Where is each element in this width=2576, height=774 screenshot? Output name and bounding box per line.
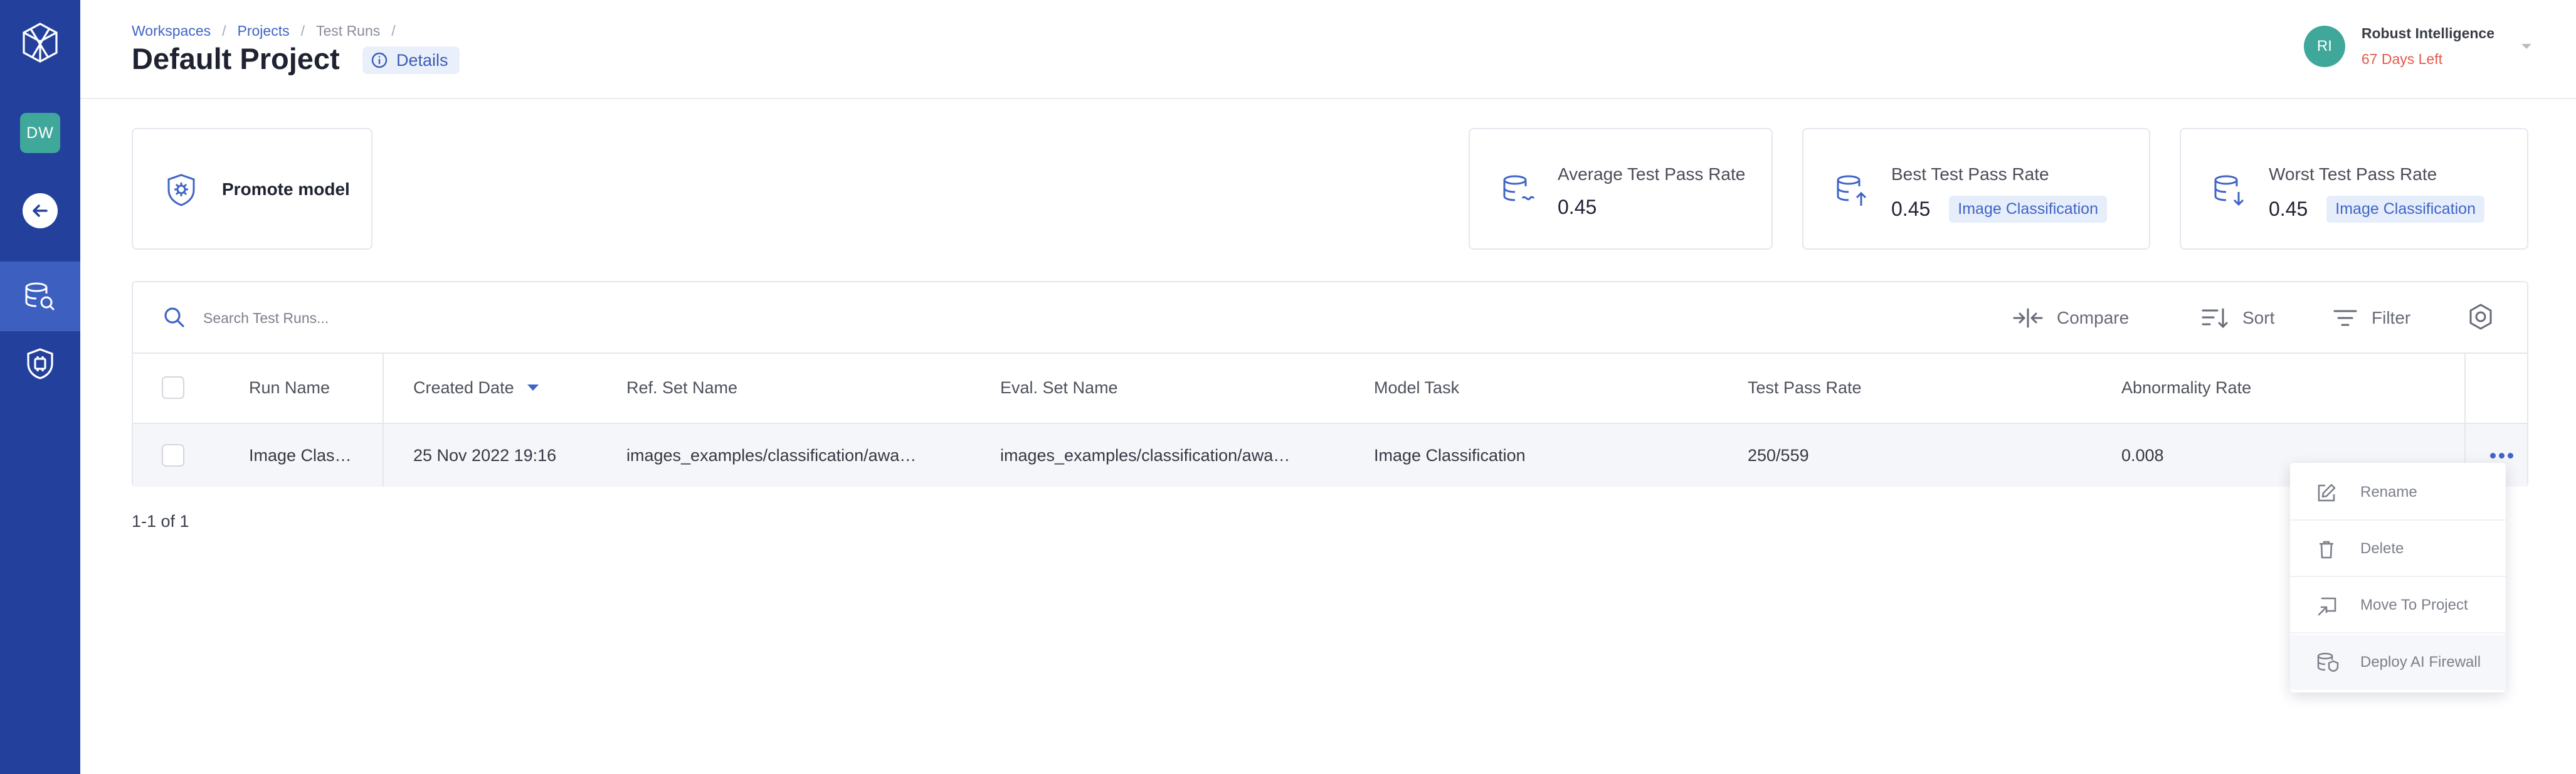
breadcrumb-workspaces[interactable]: Workspaces xyxy=(132,23,211,40)
app-logo-icon[interactable] xyxy=(0,18,80,68)
worst-pass-rate-value: 0.45 xyxy=(2269,198,2308,220)
back-button[interactable] xyxy=(0,186,80,236)
cell-test-pass-rate: 250/559 xyxy=(1748,445,1809,465)
average-pass-rate-card: Average Test Pass Rate 0.45 xyxy=(1469,128,1773,250)
sort-icon xyxy=(2202,308,2228,329)
model-task-chip: Image Classification xyxy=(1949,196,2107,223)
database-trend-icon xyxy=(1503,175,1535,201)
table-settings-button[interactable] xyxy=(2467,301,2494,332)
gear-icon xyxy=(2469,304,2492,330)
shield-gear-icon xyxy=(167,174,195,206)
database-arrow-up-icon xyxy=(1837,175,1867,206)
chevron-down-icon[interactable] xyxy=(2521,43,2532,50)
average-pass-rate-label: Average Test Pass Rate xyxy=(1558,164,1746,184)
menu-item-deploy-ai-firewall[interactable]: Deploy AI Firewall xyxy=(2290,635,2506,690)
table-toolbar: Compare Sort Filter xyxy=(133,282,2527,354)
filter-button[interactable]: Filter xyxy=(2333,302,2410,334)
column-header-created-date-label: Created Date xyxy=(413,378,514,397)
pagination-range: 1-1 of 1 xyxy=(132,512,189,531)
test-runs-table-panel: Compare Sort Filter Run Name Created Da xyxy=(132,281,2528,487)
average-pass-rate-value: 0.45 xyxy=(1558,196,1597,218)
promote-model-card[interactable]: Promote model xyxy=(132,128,372,250)
best-pass-rate-card: Best Test Pass Rate 0.45 Image Classific… xyxy=(1802,128,2150,250)
workspace-switcher[interactable]: DW xyxy=(0,108,80,158)
column-header-test-pass-rate[interactable]: Test Pass Rate xyxy=(1748,353,1862,423)
breadcrumb-separator: / xyxy=(391,23,396,39)
cell-created-date: 25 Nov 2022 19:16 xyxy=(413,445,557,465)
sidebar: DW xyxy=(0,0,80,774)
sort-descending-icon xyxy=(527,384,539,391)
menu-item-rename[interactable]: Rename xyxy=(2290,465,2506,521)
breadcrumb: Workspaces / Projects / Test Runs / xyxy=(132,23,407,40)
column-divider xyxy=(383,353,384,487)
compare-button[interactable]: Compare xyxy=(2013,302,2129,334)
arrow-left-icon xyxy=(23,193,58,228)
cell-run-name[interactable]: Image Clas… xyxy=(249,424,352,487)
page-title: Default Project xyxy=(132,42,340,75)
breadcrumb-projects[interactable]: Projects xyxy=(238,23,290,40)
column-header-abnormality-rate[interactable]: Abnormality Rate xyxy=(2121,353,2251,423)
column-header-run-name[interactable]: Run Name xyxy=(249,353,330,423)
menu-item-delete[interactable]: Delete xyxy=(2290,522,2506,577)
page-header: Workspaces / Projects / Test Runs / Defa… xyxy=(80,0,2576,99)
select-all-checkbox[interactable] xyxy=(162,376,184,399)
menu-item-label: Deploy AI Firewall xyxy=(2360,654,2481,671)
sort-label: Sort xyxy=(2242,308,2275,327)
filter-icon xyxy=(2333,310,2357,326)
menu-item-label: Rename xyxy=(2360,484,2417,501)
row-context-menu: Rename Delete Move To Project Deploy AI … xyxy=(2290,463,2506,692)
database-search-icon xyxy=(25,282,55,310)
table-row[interactable]: Image Clas… 25 Nov 2022 19:16 images_exa… xyxy=(133,424,2527,487)
column-header-created-date[interactable]: Created Date xyxy=(413,353,539,423)
user-menu[interactable]: RI Robust Intelligence 67 Days Left xyxy=(2303,25,2532,68)
shield-chip-icon xyxy=(27,348,53,379)
nav-test-runs[interactable] xyxy=(0,262,80,331)
cell-model-task: Image Classification xyxy=(1374,445,1526,465)
cell-eval-set: images_examples/classification/awa… xyxy=(1000,445,1291,465)
edit-icon xyxy=(2318,484,2336,502)
trash-icon xyxy=(2320,541,2333,559)
nav-firewall[interactable] xyxy=(0,339,80,389)
row-checkbox[interactable] xyxy=(162,444,184,467)
workspace-badge: DW xyxy=(20,113,60,153)
cell-abnormality-rate: 0.008 xyxy=(2121,445,2164,465)
avatar: RI xyxy=(2303,26,2345,67)
info-icon xyxy=(371,52,388,68)
menu-item-move-to-project[interactable]: Move To Project xyxy=(2290,578,2506,634)
trial-days-left: 67 Days Left xyxy=(2361,51,2442,67)
column-header-model-task[interactable]: Model Task xyxy=(1374,353,1459,423)
table-header-row: Run Name Created Date Ref. Set Name Eval… xyxy=(133,353,2527,424)
promote-model-label: Promote model xyxy=(222,179,350,199)
best-pass-rate-label: Best Test Pass Rate xyxy=(1891,164,2049,184)
column-header-eval-set[interactable]: Eval. Set Name xyxy=(1000,353,1118,423)
filter-label: Filter xyxy=(2372,308,2411,327)
menu-item-label: Move To Project xyxy=(2360,596,2468,613)
move-to-icon xyxy=(2318,597,2336,616)
menu-item-label: Delete xyxy=(2360,540,2404,557)
details-button[interactable]: Details xyxy=(362,46,460,74)
database-shield-icon xyxy=(2317,652,2339,672)
compare-arrows-icon xyxy=(2013,308,2043,328)
breadcrumb-separator: / xyxy=(222,23,226,39)
breadcrumb-separator: / xyxy=(300,23,305,39)
worst-pass-rate-card: Worst Test Pass Rate 0.45 Image Classifi… xyxy=(2180,128,2528,250)
details-label: Details xyxy=(396,50,448,70)
user-name: Robust Intelligence xyxy=(2361,25,2494,41)
breadcrumb-test-runs: Test Runs xyxy=(316,23,381,39)
database-arrow-down-icon xyxy=(2214,175,2244,206)
sort-button[interactable]: Sort xyxy=(2201,302,2274,334)
model-task-chip: Image Classification xyxy=(2326,196,2484,223)
worst-pass-rate-label: Worst Test Pass Rate xyxy=(2269,164,2437,184)
cell-ref-set: images_examples/classification/awa… xyxy=(626,445,917,465)
best-pass-rate-value: 0.45 xyxy=(1891,198,1931,220)
search-icon xyxy=(164,307,184,327)
search-input[interactable] xyxy=(202,304,769,332)
column-header-ref-set[interactable]: Ref. Set Name xyxy=(626,353,737,423)
compare-label: Compare xyxy=(2057,308,2130,327)
